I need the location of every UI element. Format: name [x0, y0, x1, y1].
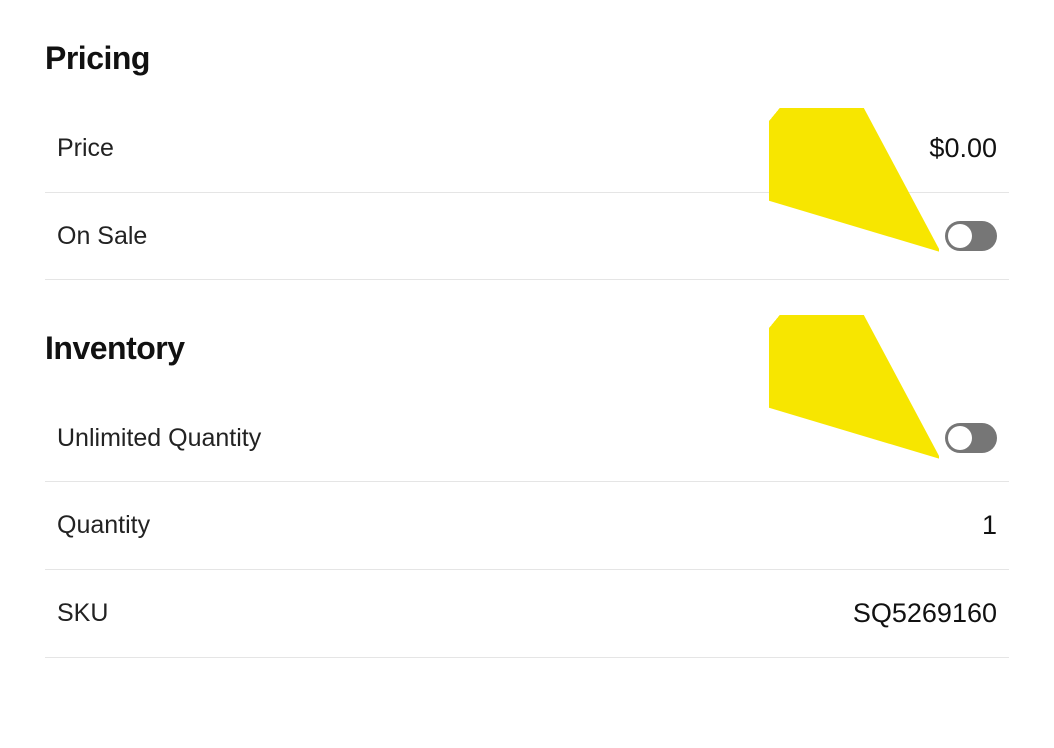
- pricing-section: Pricing Price $0.00 On Sale: [45, 40, 1009, 280]
- on-sale-toggle[interactable]: [945, 221, 997, 251]
- unlimited-quantity-row: Unlimited Quantity: [45, 395, 1009, 482]
- sku-row[interactable]: SKU SQ5269160: [45, 570, 1009, 658]
- price-row[interactable]: Price $0.00: [45, 105, 1009, 193]
- price-label: Price: [57, 134, 114, 163]
- sku-value: SQ5269160: [853, 598, 997, 629]
- quantity-row[interactable]: Quantity 1: [45, 482, 1009, 570]
- quantity-value: 1: [982, 510, 997, 541]
- inventory-title: Inventory: [45, 330, 1009, 367]
- toggle-knob: [948, 426, 972, 450]
- on-sale-label: On Sale: [57, 222, 147, 251]
- unlimited-quantity-label: Unlimited Quantity: [57, 424, 261, 453]
- unlimited-quantity-toggle[interactable]: [945, 423, 997, 453]
- sku-label: SKU: [57, 599, 108, 628]
- price-value: $0.00: [929, 133, 997, 164]
- pricing-title: Pricing: [45, 40, 1009, 77]
- on-sale-row: On Sale: [45, 193, 1009, 280]
- quantity-label: Quantity: [57, 511, 150, 540]
- toggle-knob: [948, 224, 972, 248]
- inventory-section: Inventory Unlimited Quantity Quantity 1 …: [45, 330, 1009, 658]
